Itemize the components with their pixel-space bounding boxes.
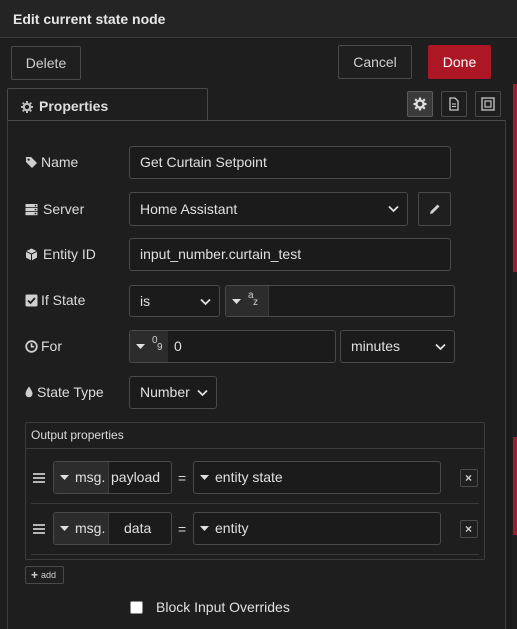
edit-server-button[interactable] <box>418 192 451 226</box>
output-value: entity state <box>215 469 283 485</box>
output-value: entity <box>215 520 249 536</box>
for-unit-value: minutes <box>351 338 401 354</box>
msg-prefix: msg. <box>75 520 106 536</box>
state-type-select[interactable]: Number <box>129 376 217 409</box>
drag-handle-icon[interactable] <box>33 524 45 534</box>
tag-icon <box>26 157 37 168</box>
pencil-icon <box>430 204 440 214</box>
caret-down-icon <box>200 475 209 480</box>
block-input-overrides-label: Block Input Overrides <box>156 599 290 615</box>
description-tab-button[interactable] <box>441 91 467 117</box>
tab-properties-label: Properties <box>39 98 109 114</box>
dialog-toolbar: Delete Cancel Done <box>0 38 517 86</box>
background-node-edge <box>513 84 517 272</box>
tab-strip: Properties <box>0 86 512 121</box>
checkbox-checked-icon <box>25 294 38 307</box>
if-state-operator-value: is <box>140 293 151 309</box>
for-unit-select[interactable]: minutes <box>340 330 455 363</box>
equals-sign: = <box>178 470 187 486</box>
server-select-value: Home Assistant <box>140 201 238 217</box>
row-divider <box>31 503 479 504</box>
tab-properties[interactable]: Properties <box>7 88 208 121</box>
add-label: add <box>41 570 57 580</box>
dialog-titlebar: Edit current state node <box>0 0 517 38</box>
state-type-value: Number <box>140 384 190 400</box>
add-output-property-button[interactable]: + add <box>25 566 64 584</box>
for-type-select[interactable]: 09 <box>130 331 168 362</box>
for-value: 0 <box>174 338 182 354</box>
dialog-title: Edit current state node <box>13 11 166 27</box>
node-appearance-icon <box>481 97 495 111</box>
caret-down-icon <box>232 299 241 304</box>
msg-prefix: msg. <box>75 469 106 485</box>
block-input-overrides-checkbox[interactable] <box>130 601 143 614</box>
output-properties-title: Output properties <box>31 428 124 442</box>
gear-icon <box>413 97 427 111</box>
cancel-button[interactable]: Cancel <box>338 45 412 79</box>
tint-icon <box>25 386 33 398</box>
output-property-field[interactable]: msg. data <box>53 512 172 545</box>
chevron-down-icon <box>200 298 211 306</box>
if-state-operator-select[interactable]: is <box>129 285 220 317</box>
if-state-type-select[interactable]: az <box>226 286 269 316</box>
appearance-tab-button[interactable] <box>475 91 501 117</box>
caret-down-icon <box>60 526 69 531</box>
panel-scrollbar[interactable] <box>506 120 512 629</box>
for-value-input[interactable]: 09 0 <box>129 330 336 363</box>
if-state-value-input[interactable]: az <box>225 285 455 317</box>
settings-tab-button[interactable] <box>407 91 433 117</box>
output-property-field[interactable]: msg. payload <box>53 461 172 494</box>
chevron-down-icon <box>197 389 208 397</box>
output-value-field[interactable]: entity state <box>193 461 441 494</box>
close-icon: × <box>465 522 473 536</box>
gear-icon <box>21 100 33 118</box>
close-icon: × <box>465 471 473 485</box>
caret-down-icon <box>136 344 145 349</box>
output-property-type-select[interactable]: msg. <box>54 513 109 544</box>
output-value-field[interactable]: entity <box>193 512 441 545</box>
done-button[interactable]: Done <box>428 45 491 79</box>
background-node-edge <box>513 437 517 535</box>
remove-row-button[interactable]: × <box>460 469 478 487</box>
row-divider <box>31 554 479 555</box>
remove-row-button[interactable]: × <box>460 520 478 538</box>
output-property-type-select[interactable]: msg. <box>54 462 109 493</box>
delete-button[interactable]: Delete <box>11 46 81 80</box>
server-select[interactable]: Home Assistant <box>129 192 408 226</box>
name-field[interactable]: Get Curtain Setpoint <box>129 146 451 179</box>
output-property-name: data <box>124 520 152 536</box>
entity-id-field[interactable]: input_number.curtain_test <box>129 238 451 271</box>
cube-icon <box>25 248 38 261</box>
clock-icon <box>25 340 38 353</box>
output-properties-header: Output properties <box>26 423 484 449</box>
chevron-down-icon <box>435 343 446 351</box>
equals-sign: = <box>178 521 187 537</box>
caret-down-icon <box>200 526 209 531</box>
caret-down-icon <box>60 475 69 480</box>
drag-handle-icon[interactable] <box>33 473 45 483</box>
file-icon <box>449 97 459 111</box>
chevron-down-icon <box>388 205 399 213</box>
output-property-name: payload <box>111 469 161 485</box>
plus-icon: + <box>31 568 39 582</box>
server-icon <box>25 204 38 216</box>
